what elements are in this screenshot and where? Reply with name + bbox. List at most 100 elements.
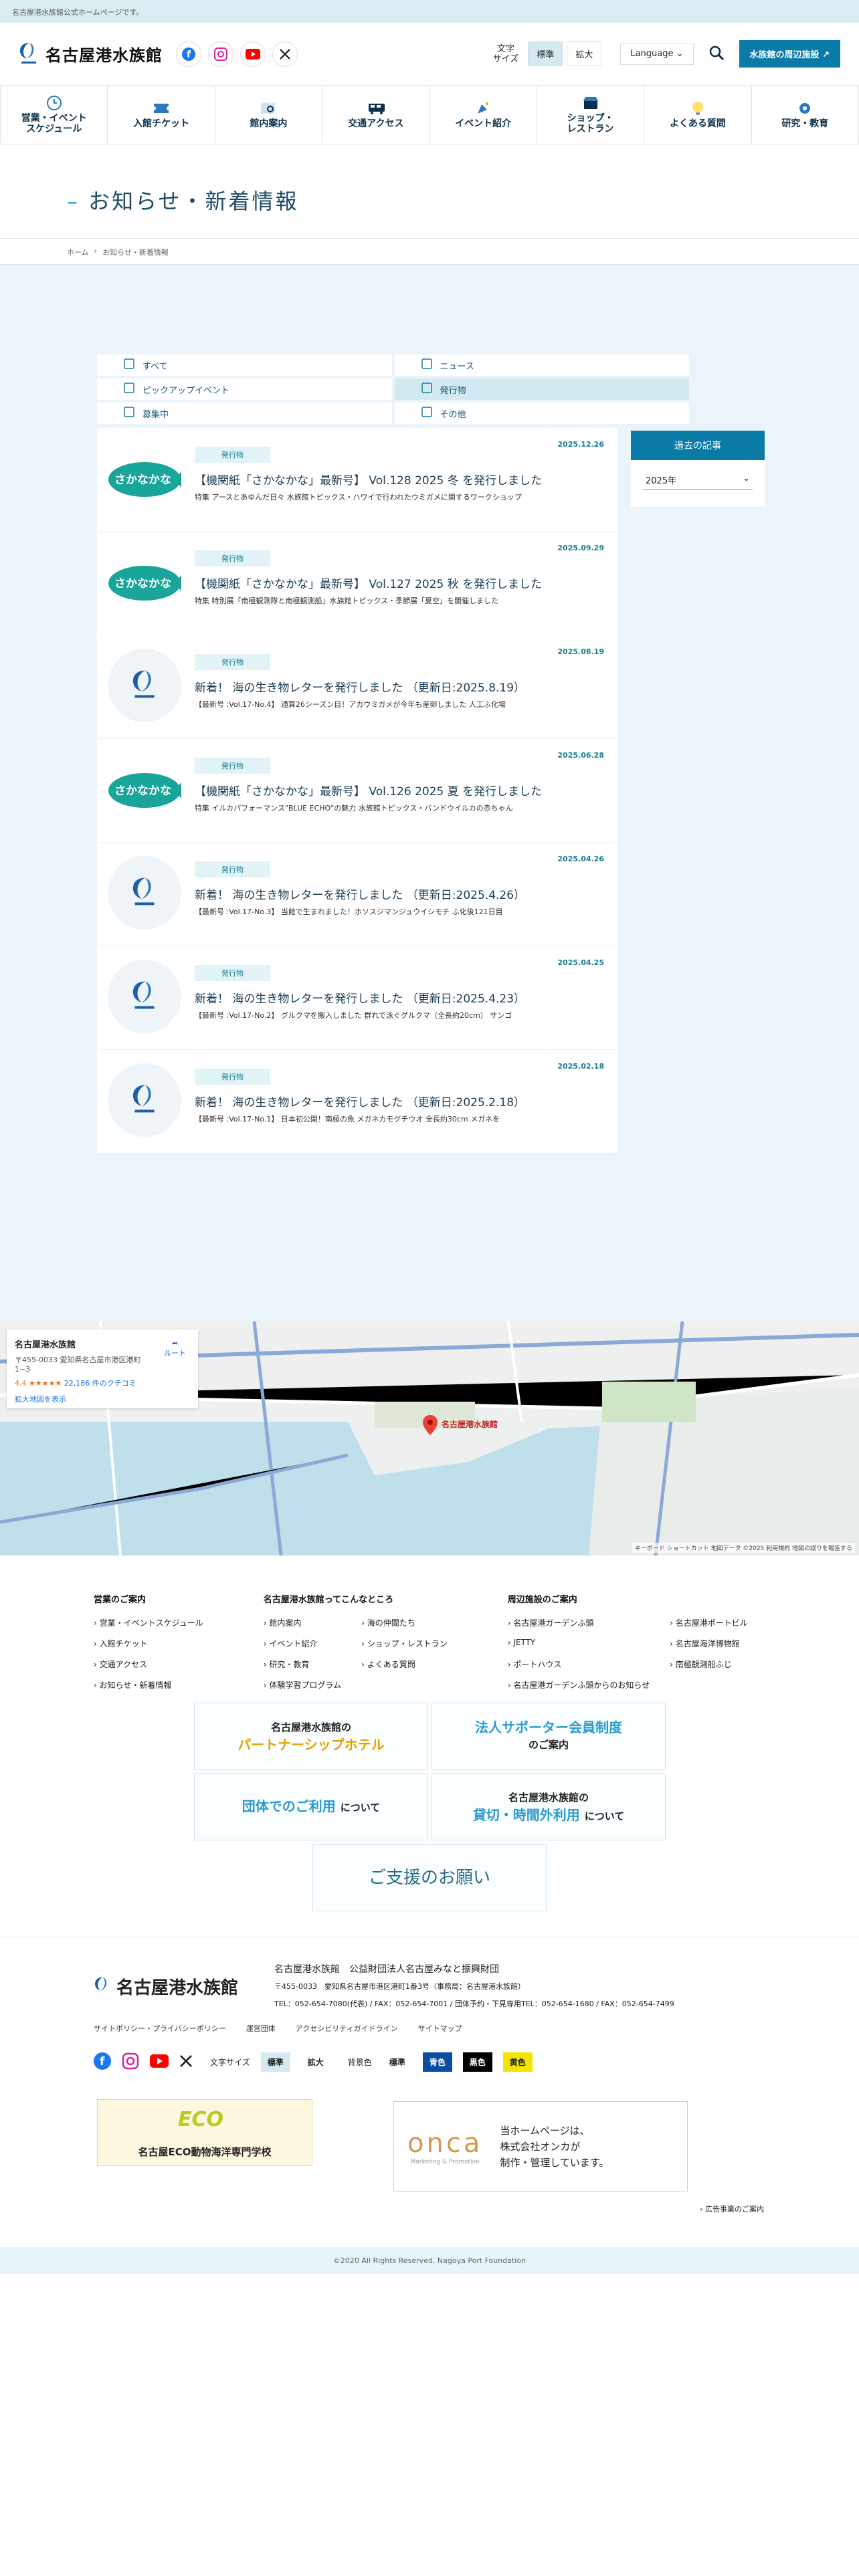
route-button[interactable]: ➦ ルート bbox=[164, 1339, 186, 1358]
footer-nav-link[interactable]: › よくある質問 bbox=[361, 1658, 448, 1670]
footer-nav-link[interactable]: › 名古屋港ポートビル bbox=[670, 1617, 748, 1628]
footer-nav-link[interactable]: › 営業・イベントスケジュール bbox=[94, 1617, 203, 1628]
breadcrumb-home[interactable]: ホーム bbox=[67, 247, 89, 264]
corporate-sponsor-banner[interactable]: 法人サポーター会員制度 のご案内 bbox=[432, 1703, 666, 1769]
donation-banner[interactable]: ご支援のお願い bbox=[312, 1844, 547, 1911]
nav-item-0[interactable]: 営業・イベント スケジュール bbox=[0, 86, 108, 144]
bg-blue-button[interactable]: 青色 bbox=[422, 2052, 452, 2072]
filter-label: ニュース bbox=[440, 361, 474, 372]
footer-nav-link[interactable]: › お知らせ・新着情報 bbox=[94, 1679, 203, 1691]
route-label: ルート bbox=[164, 1349, 186, 1358]
footer-nav-link[interactable]: › ポートハウス bbox=[508, 1658, 650, 1670]
ticket-icon bbox=[153, 101, 171, 116]
nav-item-6[interactable]: よくある質問 bbox=[644, 86, 752, 144]
partner-hotel-banner[interactable]: 名古屋港水族館の パートナーシップホテル bbox=[194, 1703, 428, 1769]
footer-nav-link[interactable]: › 名古屋港ガーデンふ頭 bbox=[508, 1617, 650, 1628]
article-item[interactable]: さかなかな 発行物 【機関紙「さかなかな」最新号】 Vol.126 2025 夏 を… bbox=[97, 739, 617, 842]
footer-nav-link[interactable]: › 南極観測船ふじ bbox=[670, 1658, 748, 1670]
bg-standard-button[interactable]: 標準 bbox=[383, 2052, 412, 2072]
year-select-value: 2025年 bbox=[646, 476, 677, 486]
nearby-facilities-button[interactable]: 水族館の周辺施設 ↗ bbox=[739, 40, 840, 68]
article-tag: 発行物 bbox=[195, 550, 270, 566]
page-title-text: お知らせ・新着情報 bbox=[88, 189, 299, 214]
footer-instagram-icon[interactable] bbox=[122, 2052, 139, 2072]
footer-nav-link[interactable]: › 研究・教育 bbox=[264, 1658, 341, 1670]
footer-nav-link[interactable]: › JETTY bbox=[508, 1638, 650, 1649]
article-item[interactable]: 発行物 新着！ 海の生き物レターを発行しました （更新日:2025.8.19） 【最… bbox=[97, 635, 617, 738]
youtube-icon[interactable] bbox=[240, 41, 266, 67]
footer-font-standard-button[interactable]: 標準 bbox=[260, 2052, 290, 2072]
group-post: について bbox=[340, 1802, 381, 1814]
ad-info-link[interactable]: › 広告事業のご案内 bbox=[700, 2204, 764, 2214]
x-icon[interactable] bbox=[272, 41, 298, 67]
filter-2[interactable]: ピックアップイベント bbox=[97, 379, 392, 400]
instagram-icon[interactable] bbox=[208, 41, 233, 67]
top-info-bar: 名古屋港水族館公式ホームページです。 bbox=[0, 0, 859, 23]
map-pin-icon[interactable] bbox=[423, 1415, 438, 1438]
footer-nav-link[interactable]: › 名古屋海洋博物館 bbox=[670, 1638, 748, 1649]
footer-policy-link[interactable]: サイトポリシー・プライバシーポリシー bbox=[94, 2023, 226, 2034]
footer-nav-heading: 営業のご案内 bbox=[94, 1595, 147, 1605]
footer-nav-link[interactable]: › 名古屋港ガーデンふ頭からのお知らせ bbox=[508, 1679, 650, 1691]
rental-banner[interactable]: 名古屋港水族館の 貸切・時間外利用 について bbox=[432, 1774, 666, 1840]
footer-nav-link-label: よくある質問 bbox=[367, 1660, 415, 1669]
footer-nav-link[interactable]: › 海の仲間たち bbox=[361, 1617, 448, 1628]
nav-item-2[interactable]: 館内案内 bbox=[215, 86, 323, 144]
font-standard-button[interactable]: 標準 bbox=[528, 41, 563, 66]
footer-nav: 営業のご案内 › 営業・イベントスケジュール › 入館チケット › 交通アクセス › お… bbox=[0, 1555, 859, 1703]
footer-policy-link[interactable]: 運営団体 bbox=[246, 2023, 276, 2034]
article-item[interactable]: さかなかな 発行物 【機関紙「さかなかな」最新号】 Vol.127 2025 秋 を… bbox=[97, 532, 617, 635]
footer-logo-mark-icon bbox=[95, 1977, 107, 1991]
filter-1[interactable]: ニュース bbox=[394, 354, 689, 376]
article-item[interactable]: 発行物 新着！ 海の生き物レターを発行しました （更新日:2025.2.18） 【最… bbox=[97, 1050, 617, 1153]
footer-nav-link-label: 入館チケット bbox=[99, 1639, 148, 1648]
footer-nav-link[interactable]: › 入館チケット bbox=[94, 1638, 203, 1649]
filter-3[interactable]: 発行物 bbox=[394, 379, 689, 400]
article-item[interactable]: さかなかな 発行物 【機関紙「さかなかな」最新号】 Vol.128 2025 冬 を… bbox=[97, 428, 617, 531]
logo-text: 名古屋港水族館 bbox=[45, 46, 163, 65]
nav-item-4[interactable]: イベント紹介 bbox=[430, 86, 537, 144]
article-tag: 発行物 bbox=[195, 861, 270, 877]
eco-school-banner[interactable]: ECO 名古屋ECO動物海洋専門学校 bbox=[97, 2099, 312, 2166]
article-item[interactable]: 発行物 新着！ 海の生き物レターを発行しました （更新日:2025.4.26） 【最… bbox=[97, 843, 617, 946]
group-use-banner[interactable]: 団体でのご利用 について bbox=[194, 1774, 428, 1840]
footer-logo-text: 名古屋港水族館 bbox=[116, 1978, 239, 1998]
footer-nav-link[interactable]: › 交通アクセス bbox=[94, 1658, 203, 1670]
footer-facebook-icon[interactable]: f bbox=[94, 2052, 111, 2072]
enlarge-map-link[interactable]: 拡大地図を表示 bbox=[15, 1394, 190, 1404]
map-reviews[interactable]: 22,186 件のクチコミ bbox=[64, 1379, 136, 1388]
breadcrumb-current: お知らせ・新着情報 bbox=[102, 248, 169, 257]
bg-yellow-button[interactable]: 黄色 bbox=[502, 2052, 533, 2072]
footer-policy-link[interactable]: アクセシビリティガイドライン bbox=[296, 2023, 398, 2034]
bg-black-button[interactable]: 黒色 bbox=[462, 2052, 492, 2072]
nav-item-1[interactable]: 入館チケット bbox=[108, 86, 215, 144]
footer-nav-link[interactable]: › ショップ・レストラン bbox=[361, 1638, 448, 1649]
search-icon[interactable] bbox=[703, 45, 730, 64]
filter-4[interactable]: 募集中 bbox=[97, 403, 392, 424]
nav-item-7[interactable]: 研究・教育 bbox=[752, 86, 859, 144]
site-logo[interactable]: 名古屋港水族館 bbox=[19, 41, 163, 67]
onca-banner[interactable]: onca Marketing & Promotion 当ホームページは、 株式会社… bbox=[393, 2101, 688, 2191]
footer-nav-link[interactable]: › イベント紹介 bbox=[264, 1638, 341, 1649]
category-filters: すべて ニュースピックアップイベント 発行物 募集中 その他 bbox=[97, 354, 689, 424]
year-select[interactable]: 2025年 ⌄ bbox=[643, 471, 753, 490]
footer-nav-link[interactable]: › 体験学習プログラム bbox=[264, 1679, 341, 1691]
language-select[interactable]: Language ⌄ bbox=[620, 43, 694, 65]
article-item[interactable]: 発行物 新着！ 海の生き物レターを発行しました （更新日:2025.4.23） 【最… bbox=[97, 946, 617, 1049]
nav-item-5[interactable]: ショップ・ レストラン bbox=[537, 86, 645, 144]
google-map[interactable]: 名古屋港水族館 名古屋港水族館 〒455-0033 愛知県名古屋市港区港町1−3… bbox=[0, 1321, 859, 1555]
footer-logo[interactable]: 名古屋港水族館 bbox=[94, 1974, 238, 1999]
footer-policy-link[interactable]: サイトマップ bbox=[418, 2023, 462, 2034]
footer-font-large-button[interactable]: 拡大 bbox=[301, 2052, 330, 2072]
footer-youtube-icon[interactable] bbox=[150, 2054, 169, 2070]
font-large-button[interactable]: 拡大 bbox=[567, 41, 602, 66]
article-list: さかなかな 発行物 【機関紙「さかなかな」最新号】 Vol.128 2025 冬 を… bbox=[97, 428, 617, 1154]
filter-0[interactable]: すべて bbox=[97, 354, 392, 376]
other-icon bbox=[421, 407, 432, 420]
nav-item-3[interactable]: 交通アクセス bbox=[322, 86, 430, 144]
facebook-icon[interactable]: f bbox=[176, 41, 201, 67]
footer-x-icon[interactable] bbox=[179, 2054, 193, 2070]
filter-5[interactable]: その他 bbox=[394, 403, 689, 424]
footer-nav-link-label: 営業・イベントスケジュール bbox=[99, 1618, 203, 1628]
footer-nav-link[interactable]: › 館内案内 bbox=[264, 1617, 341, 1628]
